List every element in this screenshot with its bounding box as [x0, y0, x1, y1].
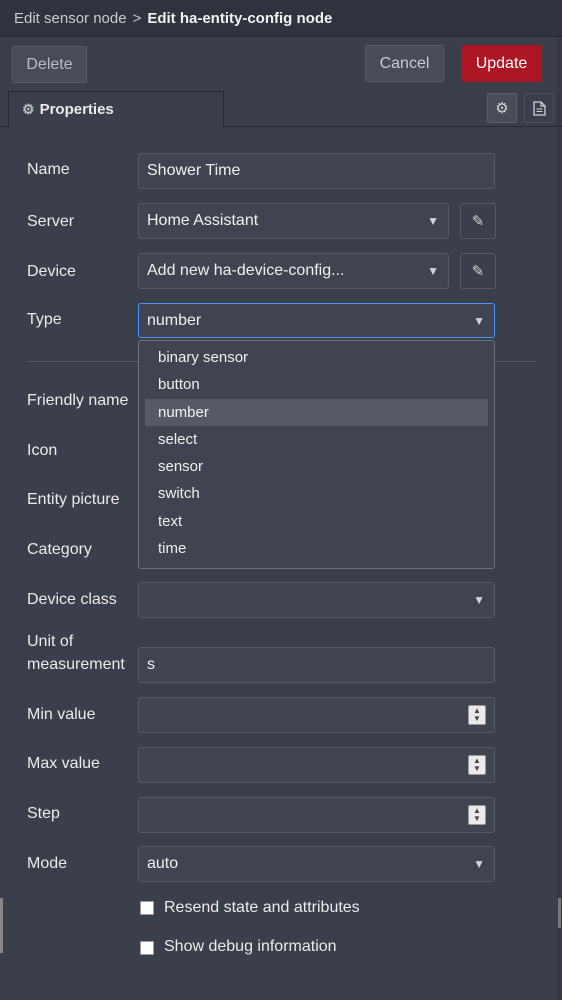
debug-info-label: Show debug information: [164, 938, 337, 955]
update-button[interactable]: Update: [461, 45, 542, 82]
type-option[interactable]: button: [145, 371, 488, 398]
type-option[interactable]: switch: [145, 480, 488, 507]
delete-button[interactable]: Delete: [12, 46, 87, 83]
mode-label: Mode: [27, 855, 68, 872]
scrollbar[interactable]: [557, 0, 562, 1000]
min-value-input[interactable]: ▲ ▼: [138, 697, 495, 733]
number-stepper-icon[interactable]: ▲ ▼: [468, 755, 486, 775]
chevron-down-icon: ▼: [427, 214, 439, 228]
device-select[interactable]: Add new ha-device-config... ▼: [138, 253, 449, 289]
device-class-select[interactable]: ▼: [138, 582, 495, 618]
step-input[interactable]: ▲ ▼: [138, 797, 495, 833]
number-stepper-icon[interactable]: ▲ ▼: [468, 705, 486, 725]
resend-state-checkbox[interactable]: [140, 901, 154, 915]
mode-value: auto: [147, 855, 179, 872]
name-label: Name: [27, 161, 70, 178]
chevron-down-icon: ▼: [473, 857, 485, 871]
max-value-label: Max value: [27, 755, 100, 772]
type-label: Type: [27, 311, 62, 328]
type-option[interactable]: binary sensor: [145, 344, 488, 371]
chevron-down-icon: ▼: [427, 264, 439, 278]
toolbar: Delete Cancel Update: [0, 38, 562, 90]
chevron-down-icon: ▼: [473, 313, 485, 328]
type-option[interactable]: select: [145, 426, 488, 453]
pencil-icon: ✎: [471, 263, 485, 280]
name-input[interactable]: Shower Time: [138, 153, 495, 189]
min-value-label: Min value: [27, 706, 96, 723]
breadcrumb-separator: >: [132, 9, 142, 27]
chevron-down-icon: ▼: [473, 593, 485, 607]
settings-tab-button[interactable]: ⚙: [487, 93, 517, 123]
gear-icon: ⚙: [495, 100, 509, 117]
unit-label-line2: measurement: [27, 656, 125, 673]
mode-select[interactable]: auto ▼: [138, 846, 495, 882]
type-option[interactable]: time: [145, 535, 488, 562]
pencil-icon: ✎: [471, 213, 485, 230]
friendly-name-label: Friendly name: [27, 392, 129, 409]
unit-input[interactable]: s: [138, 647, 495, 683]
device-class-label: Device class: [27, 591, 117, 608]
edit-server-button[interactable]: ✎: [460, 203, 496, 239]
server-select[interactable]: Home Assistant ▼: [138, 203, 449, 239]
number-stepper-icon[interactable]: ▲ ▼: [468, 805, 486, 825]
breadcrumb-parent: Edit sensor node: [14, 9, 127, 27]
type-value: number: [147, 311, 202, 329]
tab-properties[interactable]: ⚙ Properties: [8, 91, 224, 127]
max-value-input[interactable]: ▲ ▼: [138, 747, 495, 783]
cancel-button[interactable]: Cancel: [365, 45, 444, 82]
type-option[interactable]: text: [145, 508, 488, 535]
debug-info-checkbox[interactable]: [140, 941, 154, 955]
type-option-selected[interactable]: number: [145, 398, 488, 426]
category-label: Category: [27, 541, 92, 558]
server-value: Home Assistant: [147, 212, 259, 229]
description-tab-button[interactable]: [524, 93, 554, 123]
device-value: Add new ha-device-config...: [147, 262, 345, 279]
device-label: Device: [27, 263, 76, 280]
page-title: Edit ha-entity-config node: [147, 9, 333, 27]
entity-picture-label: Entity picture: [27, 491, 120, 508]
type-dropdown-list: binary sensor button number select senso…: [138, 340, 495, 569]
document-icon: [532, 100, 546, 116]
edit-device-button[interactable]: ✎: [460, 253, 496, 289]
icon-label: Icon: [27, 442, 58, 459]
step-label: Step: [27, 805, 60, 822]
unit-label-line1: Unit of: [27, 633, 74, 650]
resend-state-label: Resend state and attributes: [164, 899, 360, 916]
tab-bar: ⚙ Properties ⚙: [0, 90, 562, 127]
gear-icon: ⚙: [22, 101, 35, 117]
server-label: Server: [27, 213, 75, 230]
type-option[interactable]: sensor: [145, 453, 488, 480]
tab-properties-label: Properties: [39, 101, 114, 118]
breadcrumb: Edit sensor node > Edit ha-entity-config…: [0, 0, 562, 37]
type-select[interactable]: number ▼: [138, 303, 495, 338]
resize-handle[interactable]: [558, 898, 561, 928]
resize-handle[interactable]: [0, 898, 3, 953]
